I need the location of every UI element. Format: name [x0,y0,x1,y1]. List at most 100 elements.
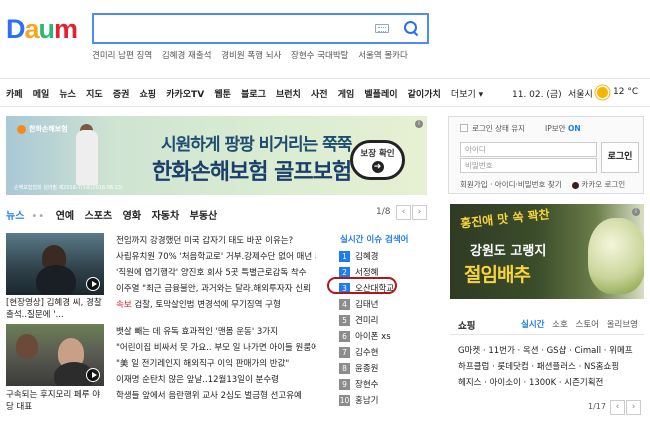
realtime-item[interactable]: 6 아이폰 xs [339,329,394,345]
realtime-item[interactable]: 8 윤종원 [339,361,394,377]
realtime-term[interactable]: 견미리 [355,316,378,326]
tab-soho[interactable]: 소호 [552,320,568,330]
realtime-item[interactable]: 1 김혜경 [339,249,394,265]
find-account-link[interactable]: 아이디·비밀번호 찾기 [495,180,562,189]
trending-item[interactable]: 서울역 몰카다 [358,51,408,61]
headline-item[interactable]: 사립유치원 70% '처음학교로' 거부.강제수단 없어 매년 되 [116,249,316,265]
kakao-login-link[interactable]: 카카오 로그인 [572,180,625,189]
realtime-term[interactable]: 김수현 [355,348,378,358]
ad-info-icon[interactable]: i [632,208,640,216]
headline-item[interactable]: 이재명 순탄치 않은 앞날..12월13일이 분수령 [116,372,316,388]
play-icon[interactable] [86,277,100,291]
realtime-term[interactable]: 홍남기 [355,396,378,406]
tab-oliveyoung[interactable]: 올리브영 [607,320,638,330]
nav-kakaotv[interactable]: 카카오TV [166,90,204,100]
realtime-item[interactable]: 5 견미리 [339,313,394,329]
daum-logo[interactable]: Daum [6,14,78,44]
ad-slogan: 홍진애 맛 쏙 꽉찬 [459,207,551,231]
realtime-item[interactable]: 9 장현수 [339,377,394,393]
realtime-term[interactable]: 아이폰 xs [355,332,391,342]
play-icon[interactable] [86,368,100,382]
headline-item[interactable]: 뱃살 빼는 데 유독 효과적인 '맨몸 운동' 3가지 [116,324,316,340]
rank-badge: 6 [339,331,350,342]
date-label: 11. 02. (금) [512,90,562,100]
nav-stock[interactable]: 증권 [113,90,130,100]
headline-item[interactable]: 학생들 앞에서 음란행위 교사 2심도 벌금형 선고유예 [116,388,316,404]
weather-city[interactable]: 서울시 [568,87,593,100]
nav-shopping[interactable]: 쇼핑 [140,90,157,100]
trending-item[interactable]: 경비원 폭행 뇌사 [221,51,281,61]
tab-car[interactable]: 자동차 [152,211,180,222]
tab-realtime[interactable]: 실시간 [521,320,544,330]
side-ad[interactable]: 홍진애 맛 쏙 꽉찬 강원도 고랭지 절임배추 i [450,204,644,299]
keyboard-icon[interactable] [375,24,389,33]
shopping-title[interactable]: 쇼핑 [458,318,475,332]
keep-login-checkbox[interactable] [460,124,468,132]
nav-more-button[interactable]: 더보기 ▾ [451,90,483,100]
search-icon[interactable] [403,20,419,37]
chevron-right-icon[interactable]: › [412,205,427,220]
nav-map[interactable]: 지도 [86,90,103,100]
tab-news[interactable]: 뉴스 [6,211,24,222]
realtime-item[interactable]: 4 김태년 [339,297,394,313]
nav-together[interactable]: 같이가치 [408,90,441,100]
headline-item[interactable]: 이주열 "최근 금융불안, 과거와는 달라.해외투자자 신뢰 [116,281,316,297]
realtime-term[interactable]: 장현수 [355,380,378,390]
shopping-row[interactable]: 하프클럽 · 롯데닷컴 · 패션플러스 · NS홈쇼핑 [458,359,644,375]
nav-bellplay[interactable]: 벨플레이 [364,90,397,100]
trending-item[interactable]: 견미리 남편 징역 [92,51,152,61]
nav-blog[interactable]: 블로그 [241,90,266,100]
shopping-page-indicator: 1/17 [588,402,606,411]
realtime-term[interactable]: 김혜경 [355,252,378,262]
tab-sports[interactable]: 스포츠 [85,211,113,222]
news-thumbnail[interactable] [6,324,104,386]
realtime-item[interactable]: 10 홍남기 [339,393,394,409]
password-input[interactable]: 비밀번호 [460,158,597,173]
headline-item[interactable]: 속보 검찰, 토막살인범 변경석에 무기징역 구형 [116,297,316,313]
id-input[interactable]: 아이디 [460,142,597,157]
trending-item[interactable]: 김혜경 재출석 [162,51,212,61]
login-button[interactable]: 로그인 [601,142,639,173]
rank-badge: 9 [339,379,350,390]
realtime-term[interactable]: 김태년 [355,300,378,310]
tab-realestate[interactable]: 부동산 [190,211,218,222]
nav-news[interactable]: 뉴스 [59,90,76,100]
search-input[interactable] [92,13,429,44]
news-thumbnail[interactable] [6,233,104,295]
news-caption[interactable]: [현장영상] 김혜경 씨, 경찰 출석..질문에 '... [6,297,106,321]
realtime-list: 1 김혜경 2 서정혜 3 오산대학교 4 김태년 5 견미리 6 아이폰 xs 7 김수현 8 윤종원 9 장현… [339,249,394,409]
ad-info-icon[interactable]: i [415,120,423,128]
nav-dictionary[interactable]: 사전 [311,90,328,100]
tab-store[interactable]: 스토어 [576,320,599,330]
shopping-row[interactable]: G마켓 · 11번가 · 옥션 · GS샵 · Cimall · 위메프 [458,343,644,359]
realtime-item[interactable]: 7 김수현 [339,345,394,361]
rank-badge: 5 [339,315,350,326]
headline-item[interactable]: 전임까지 강경했던 미국 갑자기 태도 바꾼 이유는? [116,233,316,249]
nav-game[interactable]: 게임 [338,90,355,100]
chevron-left-icon[interactable]: ‹ [610,400,625,415]
nav-brunch[interactable]: 브런치 [276,90,301,100]
nav-cafe[interactable]: 카페 [6,90,23,100]
keep-login-label[interactable]: 로그인 상태 유지 [472,123,525,134]
tab-entertainment[interactable]: 연예 [56,211,74,222]
realtime-title[interactable]: 실시간 이슈 검색어 [340,233,408,245]
banner-ad[interactable]: 한화손해보험 시원하게 팡팡 비거리는 쭉쭉 한화손해보험 골프보험 보장 확인… [6,116,427,195]
banner-cta-button[interactable]: 보장 확인 ➜ [350,140,405,180]
news-caption[interactable]: 구속되는 후지모리 페루 야당 대표 [6,389,106,413]
nav-mail[interactable]: 메일 [33,90,50,100]
tab-movie[interactable]: 영화 [123,211,141,222]
realtime-term[interactable]: 윤종원 [355,364,378,374]
join-link[interactable]: 회원가입 [460,180,488,189]
chevron-left-icon[interactable]: ‹ [396,205,411,220]
chevron-right-icon[interactable]: › [626,400,641,415]
trending-item[interactable]: 장현수 국대박탈 [291,51,348,61]
headline-item[interactable]: '직원에 엽기행각' 양진호 회사 5곳 특별근로감독 착수 [116,265,316,281]
rank-badge: 4 [339,299,350,310]
headline-item[interactable]: "어린이집 비싸서 못 가요.. 부모 일 나가면 아이들 원룸에 [116,340,316,356]
headline-item[interactable]: "美 일 전기레인지 해외직구 이익 판매가의 반값" [116,356,316,372]
banner-slogan: 시원하게 팡팡 비거리는 쭉쭉 [161,135,352,155]
weather-temp[interactable]: 12 °C [613,87,638,97]
ip-security-toggle[interactable]: IP보안 ON [545,123,581,134]
shopping-row[interactable]: 헤지스 · 아이소이 · 1300K · 시즌기획전 [458,375,644,391]
nav-webtoon[interactable]: 웹툰 [214,90,231,100]
